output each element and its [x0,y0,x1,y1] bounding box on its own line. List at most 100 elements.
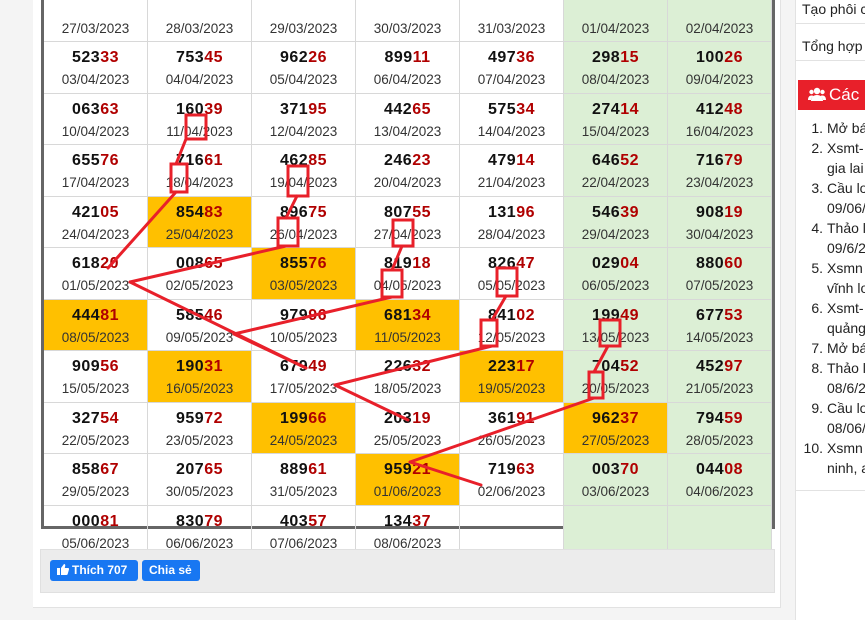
result-number: 00370 [564,460,667,480]
result-date: 29/05/2023 [61,484,130,499]
result-number-tail: 81 [100,512,119,530]
result-date: 12/05/2023 [477,329,546,345]
result-number: 22632 [356,357,459,377]
result-number-head: 681 [384,306,413,324]
result-number-head: 679 [280,358,309,375]
sidebar-article-text: ninh, a [827,460,865,476]
sidebar-article-link[interactable]: 1. Mở bá [796,118,865,138]
result-date: 01/05/2023 [61,278,130,293]
result-number-head: 203 [384,409,413,427]
result-number-head: 962 [592,409,621,427]
sidebar-article-link[interactable]: 9. Cầu lo 08/06/ [796,398,865,438]
result-number: 71661 [148,151,251,171]
result-date: 03/05/2023 [269,278,338,293]
sidebar-article-text: Thảo l [827,360,865,376]
result-number-tail: 26 [724,49,743,66]
sidebar-link-tao-phoi[interactable]: Tạo phôi c [796,0,865,24]
result-date: 15/04/2023 [581,123,650,139]
sidebar-article-text: Mở bá [827,340,865,356]
result-number-head: 199 [592,306,621,324]
result-number-tail: 14 [620,100,639,118]
result-date: 04/04/2023 [165,72,234,87]
result-date: 08/05/2023 [61,329,130,345]
result-number-tail: 26 [308,49,327,66]
sidebar-article-link[interactable]: 3. Cầu lo 09/06/ [796,178,865,218]
result-number-head: 855 [280,255,309,272]
sidebar-article-link[interactable]: 6. Xsmt-quảng [796,298,865,338]
result-number-head: 298 [592,49,621,66]
result-cell: 89911 06/04/2023 [356,42,460,94]
sidebar-link-tong-hop[interactable]: Tổng hợp [796,31,865,61]
facebook-like-button[interactable]: Thích 707 [50,560,138,581]
result-number-tail: 65 [412,100,431,118]
result-number-tail: 49 [620,306,639,324]
result-number-tail: 52 [620,358,639,375]
result-cell: 22317 19/05/2023 [460,351,564,403]
result-cell: 01/04/2023 [564,0,668,42]
result-number: 46285 [252,151,355,171]
result-number-tail: 11 [412,49,431,66]
result-date: 09/05/2023 [165,329,234,345]
result-cell: 24623 20/04/2023 [356,145,460,197]
result-cell: 85867 29/05/2023 [44,454,148,506]
result-number: 85483 [148,203,251,223]
sidebar-article-link[interactable]: 2. Xsmt-gia lai [796,138,865,178]
result-number-head: 889 [280,461,309,478]
result-date: 30/04/2023 [685,226,754,242]
sidebar-article-index: 7. [811,340,823,356]
result-number-head: 704 [592,358,621,375]
result-number: 84102 [460,306,563,326]
result-number-tail: 56 [100,358,119,375]
result-number-head: 575 [488,100,517,118]
result-date: 16/05/2023 [165,381,234,396]
result-number-head: 830 [176,512,205,530]
result-date: 25/04/2023 [165,226,234,242]
result-number-head: 826 [488,255,517,272]
result-number-tail: 48 [724,100,743,118]
result-cell: 00370 03/06/2023 [564,454,668,506]
sidebar-article-link[interactable]: 4. Thảo l 09/6/2 [796,218,865,258]
result-number-tail: 91 [516,409,535,427]
sidebar-article-link[interactable]: 10. Xsmn ninh, a [796,438,865,478]
result-number: 70452 [564,357,667,377]
result-date: 18/05/2023 [373,381,442,396]
result-cell: 29/03/2023 [252,0,356,42]
result-number-tail: 02 [516,306,535,324]
sidebar-article-text: 08/6/2 [827,380,865,396]
result-number-head: 044 [696,461,725,478]
result-number-tail: 57 [308,512,327,530]
sidebar-article-link[interactable]: 5. Xsmn vĩnh lo [796,258,865,298]
result-number-tail: 70 [620,461,639,478]
result-number [668,512,771,532]
sidebar-article-link[interactable]: 8. Thảo l 08/6/2 [796,358,865,398]
sidebar: Tạo phôi c Tổng hợp Các 1. Mở bá 2. Xsmt-gi… [795,0,865,620]
sidebar-article-index: 5. [811,260,823,276]
result-date: 01/06/2023 [373,484,442,499]
result-cell: 58546 09/05/2023 [148,299,252,351]
result-number: 19031 [148,357,251,377]
result-date: 05/04/2023 [269,72,338,87]
result-number: 00865 [148,254,251,274]
sidebar-article-index: 1. [811,120,823,136]
result-number-head: 794 [696,409,725,427]
result-number-tail: 72 [204,409,223,427]
result-date: 15/05/2023 [61,381,130,396]
sidebar-link-label: Tổng hợp [802,38,863,54]
result-number-head: 442 [384,100,413,118]
result-cell: 20765 30/05/2023 [148,454,252,506]
result-date: 29/03/2023 [269,20,338,36]
result-number: 83079 [148,512,251,532]
result-date: 29/04/2023 [581,226,650,242]
result-date: 01/04/2023 [581,20,650,36]
result-cell: 61820 01/05/2023 [44,248,148,300]
result-number-head: 719 [488,461,517,478]
sidebar-article-index: 9. [811,400,823,416]
facebook-share-button[interactable]: Chia sẻ [142,560,200,581]
result-number-tail: 76 [100,152,119,169]
result-date: 02/04/2023 [685,20,754,36]
result-cell: 65576 17/04/2023 [44,145,148,197]
result-cell: 68134 11/05/2023 [356,299,460,351]
result-number [668,0,771,17]
sidebar-article-link[interactable]: 7. Mở bá [796,338,865,358]
result-number: 06363 [44,100,147,120]
